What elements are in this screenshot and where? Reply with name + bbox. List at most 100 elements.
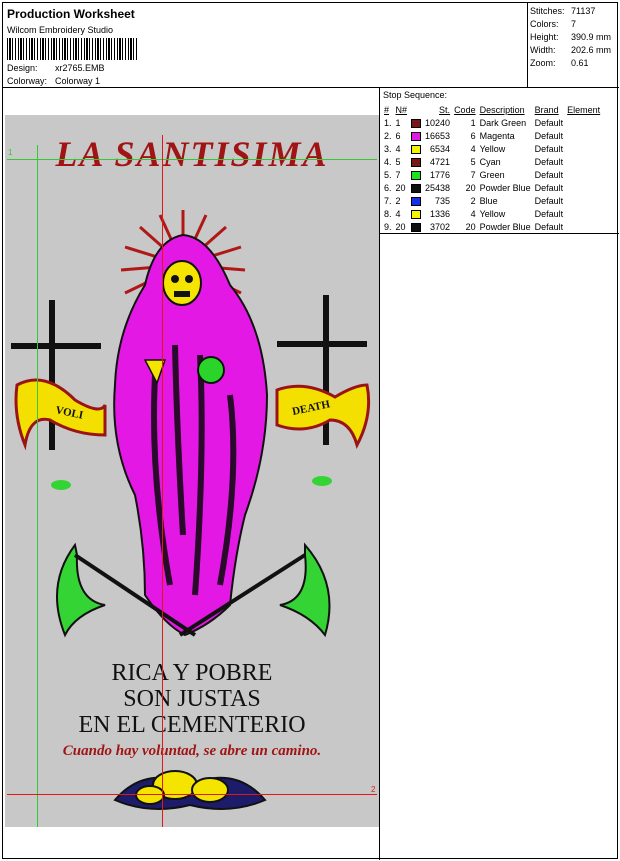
- cell-element: [565, 207, 602, 220]
- stat-stitches: Stitches: 71137: [530, 6, 596, 16]
- cell-desc: Green: [479, 169, 505, 180]
- stop-sequence-panel: Stop Sequence: # N# St. Code Description…: [380, 88, 619, 234]
- cell-brand: Default: [534, 182, 564, 193]
- cell-brand: Default: [534, 130, 564, 141]
- cell-n: 7: [395, 169, 401, 180]
- cell-st: 25438: [425, 182, 451, 193]
- cell-idx: 9.: [384, 221, 392, 232]
- cell-desc: Powder Blue: [479, 182, 531, 193]
- stop-sequence-title: Stop Sequence:: [383, 90, 448, 100]
- stat-zoom: Zoom: 0.61: [530, 58, 589, 68]
- cell-element: [565, 168, 602, 181]
- table-row[interactable]: 7. 2 735 2 Blue Default: [382, 194, 602, 207]
- col-description: Description: [479, 104, 525, 115]
- cell-desc: Magenta: [479, 130, 515, 141]
- barcode: [7, 38, 137, 60]
- red-guide-horizontal: [7, 794, 377, 795]
- green-guide-vertical: [37, 145, 38, 827]
- col-element: Element: [567, 104, 601, 115]
- cell-n: 4: [395, 208, 401, 219]
- cell-idx: 4.: [384, 156, 392, 167]
- cell-st: 10240: [425, 117, 451, 128]
- colorway-value: Colorway 1: [55, 76, 101, 86]
- stat-height: Height: 390.9 mm: [530, 32, 612, 42]
- cell-brand: Default: [534, 169, 564, 180]
- stop-sequence-table: # N# St. Code Description Brand Element …: [382, 103, 602, 233]
- end-marker: 2: [371, 785, 376, 794]
- design-line-2: SON JUSTAS: [123, 686, 261, 712]
- right-banner: [275, 383, 371, 450]
- cell-brand: Default: [534, 156, 564, 167]
- table-row[interactable]: 9. 20 3702 20 Powder Blue Default: [382, 220, 602, 233]
- cell-element: [565, 220, 602, 233]
- colorway-label: Colorway:: [7, 76, 48, 86]
- software-name: Wilcom Embroidery Studio: [7, 25, 114, 35]
- design-filename-row: Design: xr2765.EMB: [7, 63, 105, 73]
- cell-st: 4721: [430, 156, 451, 167]
- stat-width: Width: 202.6 mm: [530, 45, 612, 55]
- color-swatch-cell: [409, 181, 423, 194]
- cell-code: 20: [465, 182, 476, 193]
- col-stitches: St.: [439, 104, 451, 115]
- cell-code: 4: [470, 208, 476, 219]
- color-swatch: [411, 170, 422, 180]
- cell-brand: Default: [534, 195, 564, 206]
- col-code: Code: [454, 104, 476, 115]
- colorway-row: Colorway: Colorway 1: [7, 76, 100, 86]
- green-globe: [197, 356, 225, 384]
- cell-idx: 1.: [384, 117, 392, 128]
- cell-idx: 7.: [384, 195, 392, 206]
- table-row[interactable]: 1. 1 10240 1 Dark Green Default: [382, 116, 602, 129]
- color-swatch: [411, 222, 422, 232]
- cell-element: [565, 155, 602, 168]
- table-row[interactable]: 4. 5 4721 5 Cyan Default: [382, 155, 602, 168]
- cell-n: 6: [395, 130, 401, 141]
- green-guide-horizontal: [7, 159, 377, 160]
- cell-n: 2: [395, 195, 401, 206]
- cell-element: [565, 181, 602, 194]
- table-row[interactable]: 5. 7 1776 7 Green Default: [382, 168, 602, 181]
- cell-code: 20: [465, 221, 476, 232]
- worksheet-title: Production Worksheet: [7, 7, 135, 21]
- color-swatch-cell: [409, 168, 423, 181]
- color-swatch: [411, 157, 422, 167]
- design-preview-panel: VOLI DEATH LA SANTISIMA RICA Y POBRE SON…: [3, 88, 380, 860]
- red-guide-vertical: [162, 135, 163, 827]
- cell-element: [565, 194, 602, 207]
- color-swatch: [411, 144, 422, 154]
- cell-element: [565, 142, 602, 155]
- table-row[interactable]: 6. 20 25438 20 Powder Blue Default: [382, 181, 602, 194]
- color-swatch-cell: [409, 129, 423, 142]
- worksheet-frame: Production Worksheet Wilcom Embroidery S…: [2, 2, 619, 860]
- cell-code: 4: [470, 143, 476, 154]
- cell-element: [565, 129, 602, 142]
- design-label: Design:: [7, 63, 38, 73]
- cell-idx: 5.: [384, 169, 392, 180]
- cell-desc: Blue: [479, 195, 498, 206]
- cell-code: 1: [470, 117, 476, 128]
- cell-brand: Default: [534, 117, 564, 128]
- design-line-1: RICA Y POBRE: [111, 660, 273, 686]
- table-row[interactable]: 8. 4 1336 4 Yellow Default: [382, 207, 602, 220]
- cell-n: 5: [395, 156, 401, 167]
- color-swatch: [411, 131, 422, 141]
- table-row[interactable]: 3. 4 6534 4 Yellow Default: [382, 142, 602, 155]
- cell-brand: Default: [534, 143, 564, 154]
- color-swatch-cell: [409, 220, 423, 233]
- cell-desc: Yellow: [479, 208, 506, 219]
- design-filename: xr2765.EMB: [55, 63, 105, 73]
- design-heading: LA SANTISIMA: [55, 134, 329, 174]
- color-swatch: [411, 196, 422, 206]
- cell-code: 2: [470, 195, 476, 206]
- cell-desc: Dark Green: [479, 117, 527, 128]
- worksheet-header: Production Worksheet Wilcom Embroidery S…: [3, 3, 528, 88]
- right-green-mark: [312, 476, 332, 486]
- stat-colors: Colors: 7: [530, 19, 577, 29]
- cell-code: 7: [470, 169, 476, 180]
- table-row[interactable]: 2. 6 16653 6 Magenta Default: [382, 129, 602, 142]
- cell-st: 735: [435, 195, 451, 206]
- design-canvas[interactable]: VOLI DEATH LA SANTISIMA RICA Y POBRE SON…: [5, 115, 379, 827]
- color-swatch: [411, 118, 422, 128]
- color-swatch-cell: [409, 207, 423, 220]
- cell-desc: Cyan: [479, 156, 501, 167]
